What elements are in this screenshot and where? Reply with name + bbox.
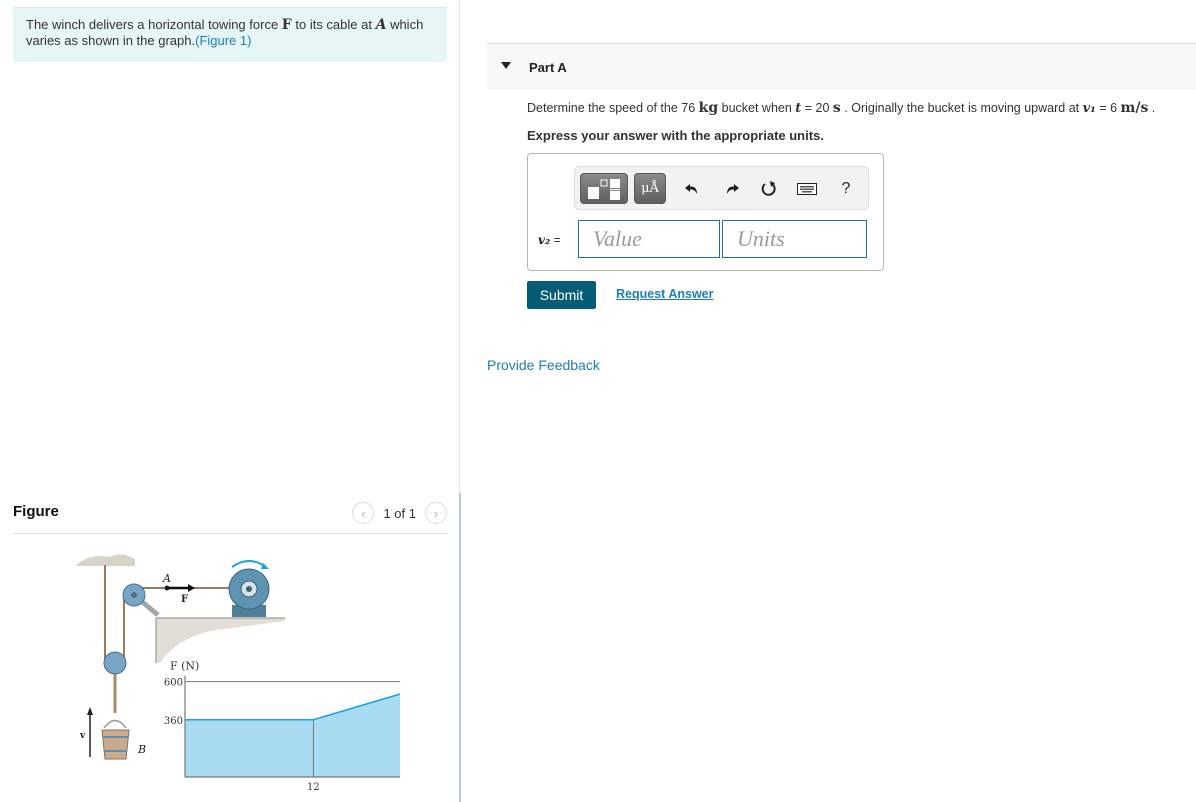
templates-icon [588,179,620,200]
caret-down-icon[interactable] [501,62,511,69]
figure-link[interactable]: (Figure 1) [195,33,251,48]
redo-button[interactable] [721,178,743,200]
y-tick-label: 600 [164,678,183,689]
keyboard-icon [797,183,817,195]
chevron-right-icon: › [433,505,439,521]
force-symbol: F [281,17,292,33]
answer-instruction: Express your answer with the appropriate… [527,128,824,143]
problem-intro: The winch delivers a horizontal towing f… [13,7,447,62]
units-input[interactable] [722,220,867,258]
x-tick-label: 12 [307,782,320,793]
reset-button[interactable] [758,178,780,200]
pane-resize-handle[interactable] [459,493,461,802]
help-button[interactable]: ? [835,178,857,200]
question-fragment: bucket when [718,101,796,115]
value-input[interactable] [578,220,720,258]
bucket-handle [103,719,127,729]
question-fragment: = 6 [1095,101,1121,115]
force-time-chart: F (N) t (s) 360 600 12 24 [164,660,540,793]
ceiling-support [75,554,135,566]
reset-icon [761,181,776,196]
templates-button[interactable] [580,173,628,204]
figure-page-indicator: 1 of 1 [383,505,416,521]
figure-header: Figure ‹ 1 of 1 › [13,500,447,534]
question-fragment: . Originally the bucket is moving upward… [840,101,1083,115]
intro-text: to its cable at [291,17,376,32]
velocity-symbol: v₁ [1082,101,1096,116]
chart-area-fill [185,681,442,777]
figure-title: Figure [13,503,59,520]
help-icon: ? [841,180,851,197]
figure-svg: A F v B F (N) 360 600 12 [75,554,540,793]
unit-ms: m/s [1120,100,1149,116]
force-f-label: F [181,594,188,605]
undo-button[interactable] [681,178,703,200]
answer-box: μÅ ? v₂ = [527,153,884,271]
pulley-hub [131,592,137,598]
units-button[interactable]: μÅ [634,173,666,204]
velocity-label: v [79,731,86,741]
question-text: Determine the speed of the 76 kg bucket … [527,100,1155,116]
answer-variable: v₂ [538,233,551,247]
next-figure-button[interactable]: › [425,502,447,524]
lower-pulley [103,651,127,675]
part-a-header[interactable]: Part A [487,43,1196,90]
equals-sign: = [550,233,561,247]
question-fragment: . [1148,101,1156,115]
units-icon: μÅ [641,181,659,196]
figure-pagination: ‹ 1 of 1 › [352,502,447,524]
answer-label: v₂ = [538,233,561,247]
chevron-left-icon: ‹ [361,505,366,521]
winch-axle [246,586,252,592]
undo-icon [685,184,697,194]
figure-image: A F v B F (N) 360 600 12 [60,545,540,802]
rotation-arrow [231,560,267,568]
math-toolbar: μÅ ? [574,166,869,210]
request-answer-link[interactable]: Request Answer [616,287,713,301]
left-pane: The winch delivers a horizontal towing f… [0,0,540,802]
velocity-arrowhead [87,707,93,715]
redo-icon [727,184,739,194]
keyboard-button[interactable] [796,178,818,200]
intro-text: The winch delivers a horizontal towing f… [26,17,282,32]
submit-button[interactable]: Submit [527,281,596,309]
bucket [101,729,130,760]
unit-kg: kg [698,100,719,116]
question-fragment: = 20 [801,101,833,115]
y-axis-label: F (N) [170,660,199,673]
point-symbol: A [375,17,387,33]
bucket-b-label: B [137,743,146,756]
force-arrowhead [188,584,195,592]
question-fragment: Determine the speed of the 76 [527,101,699,115]
y-tick-label: 360 [164,716,183,727]
provide-feedback-link[interactable]: Provide Feedback [487,357,600,373]
previous-figure-button[interactable]: ‹ [352,502,375,524]
part-title: Part A [529,60,567,75]
ledge [156,618,285,663]
unit-s: s [832,100,841,116]
point-a-label: A [162,572,171,585]
